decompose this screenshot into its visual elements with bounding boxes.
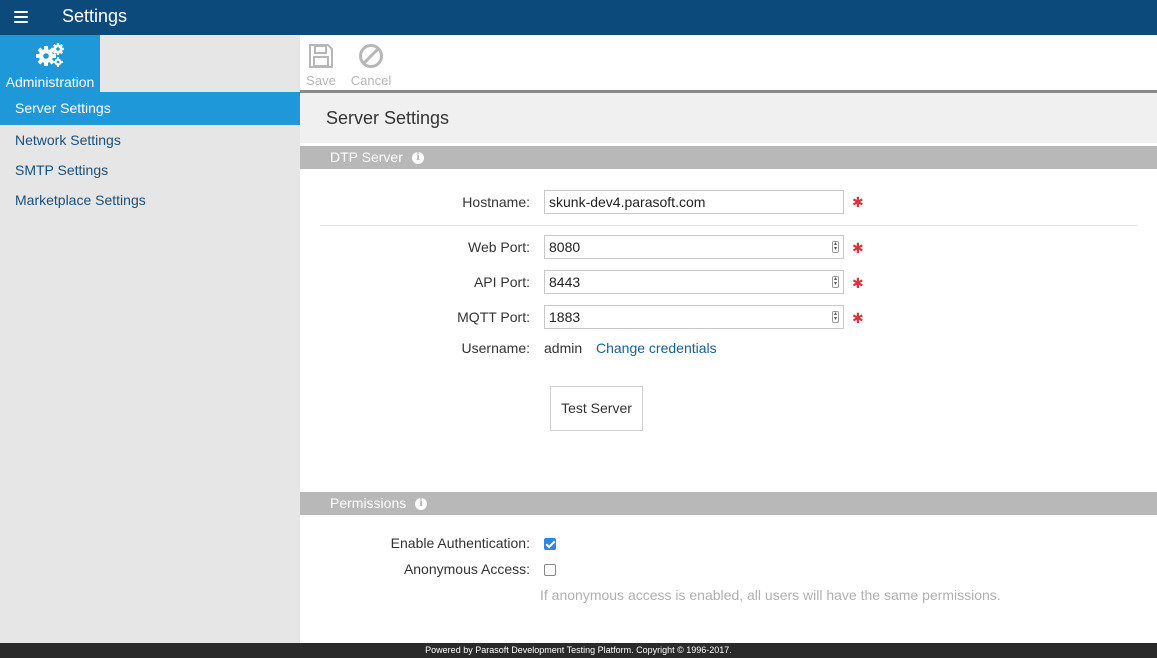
api-port-value: 8443: [549, 274, 581, 290]
web-port-value: 8080: [549, 239, 581, 255]
sidebar-item-smtp-settings[interactable]: SMTP Settings: [0, 155, 300, 185]
main-content: Server Settings DTP Server i Hostname: ✱…: [300, 93, 1157, 643]
username-value: admin: [544, 340, 583, 356]
mqtt-port-stepper[interactable]: ▴ ▾: [832, 311, 839, 323]
required-marker: ✱: [852, 310, 864, 326]
floppy-disk-icon: [309, 44, 333, 68]
administration-tab[interactable]: Administration: [0, 35, 100, 92]
gears-icon: [36, 43, 64, 67]
required-marker: ✱: [852, 194, 864, 210]
dtp-server-title: DTP Server: [330, 149, 403, 165]
sidebar: Administration Server Settings Network S…: [0, 35, 300, 643]
anonymous-access-hint: If anonymous access is enabled, all user…: [540, 587, 1001, 603]
page-header: Server Settings: [300, 93, 1157, 143]
anonymous-access-checkbox[interactable]: [544, 564, 556, 576]
enable-authentication-checkbox[interactable]: [544, 538, 556, 550]
app-title: Settings: [62, 6, 128, 26]
toolbar: Save Cancel: [300, 35, 1157, 93]
web-port-stepper[interactable]: ▴ ▾: [832, 241, 839, 253]
api-port-input[interactable]: 8443 ▴ ▾: [544, 270, 844, 294]
username-label: Username:: [461, 340, 530, 356]
sidebar-item-marketplace-settings[interactable]: Marketplace Settings: [0, 185, 300, 215]
save-button[interactable]: Save: [305, 43, 337, 88]
sidebar-nav: Server Settings Network Settings SMTP Se…: [0, 92, 300, 215]
sidebar-item-server-settings[interactable]: Server Settings: [0, 92, 300, 125]
cancel-label: Cancel: [350, 73, 392, 88]
required-marker: ✱: [852, 240, 864, 256]
page-title: Server Settings: [326, 108, 450, 128]
change-credentials-link[interactable]: Change credentials: [596, 340, 717, 356]
prohibited-icon: [359, 44, 383, 68]
required-marker: ✱: [852, 275, 864, 291]
web-port-input[interactable]: 8080 ▴ ▾: [544, 235, 844, 259]
api-port-stepper[interactable]: ▴ ▾: [832, 276, 839, 288]
hostname-input[interactable]: [544, 190, 844, 214]
enable-authentication-label: Enable Authentication:: [390, 535, 530, 551]
anonymous-access-label: Anonymous Access:: [403, 561, 530, 577]
sidebar-item-network-settings[interactable]: Network Settings: [0, 125, 300, 155]
mqtt-port-value: 1883: [549, 309, 581, 325]
administration-label: Administration: [5, 74, 95, 90]
permissions-section-header: Permissions i: [300, 492, 1157, 515]
test-server-button[interactable]: Test Server: [550, 386, 643, 431]
top-bar: Settings: [0, 0, 1157, 35]
hamburger-icon[interactable]: [14, 11, 28, 23]
dtp-server-section-header: DTP Server i: [300, 146, 1157, 169]
save-label: Save: [306, 73, 336, 88]
info-icon[interactable]: i: [415, 498, 427, 510]
api-port-label: API Port:: [473, 274, 530, 290]
divider: [320, 225, 1137, 226]
mqtt-port-input[interactable]: 1883 ▴ ▾: [544, 305, 844, 329]
permissions-title: Permissions: [330, 495, 407, 511]
web-port-label: Web Port:: [468, 239, 530, 255]
info-icon[interactable]: i: [412, 152, 424, 164]
cancel-button[interactable]: Cancel: [350, 43, 392, 88]
footer: Powered by Parasoft Development Testing …: [0, 643, 1157, 658]
mqtt-port-label: MQTT Port:: [457, 309, 530, 325]
hostname-label: Hostname:: [462, 194, 530, 210]
